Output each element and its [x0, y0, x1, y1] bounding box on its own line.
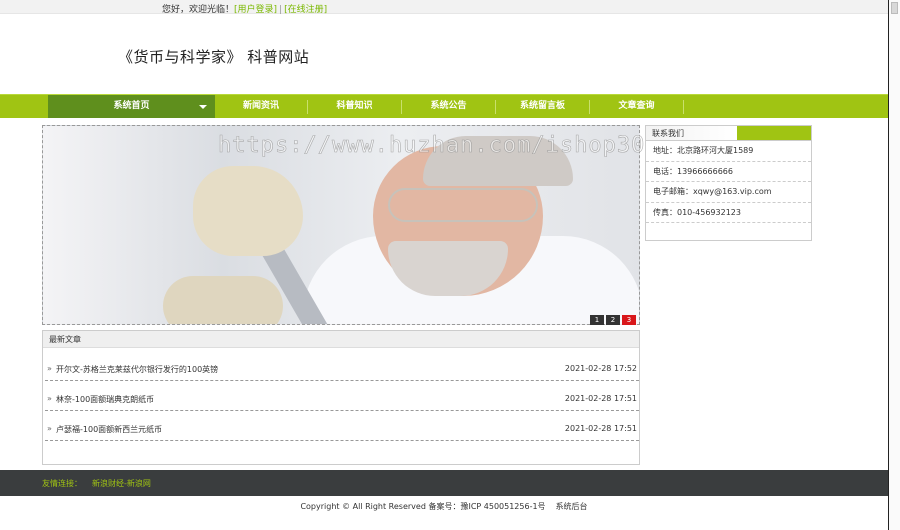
slide-dot-3[interactable]: 3: [622, 315, 636, 325]
login-link[interactable]: [用户登录]: [234, 5, 277, 15]
nav-item-home[interactable]: 系统首页: [48, 95, 215, 118]
site-title: 《货币与科学家》 科普网站: [118, 48, 310, 66]
article-date: 2021-02-28 17:51: [564, 394, 637, 403]
nav-item-label: 系统首页: [113, 101, 150, 111]
contact-phone: 电话：13966666666: [646, 162, 811, 182]
list-item[interactable]: » 开尔文-苏格兰克莱兹代尔银行发行的100英镑 2021-02-28 17:5…: [45, 351, 639, 381]
slide-dot-2[interactable]: 2: [606, 315, 620, 325]
bullet-icon: »: [47, 424, 52, 433]
bullet-icon: »: [47, 394, 52, 403]
copyright-text: Copyright © All Right Reserved 备案号：豫ICP …: [300, 502, 546, 511]
contact-heading: 联系我们: [652, 129, 684, 138]
contact-fax: 传真：010-456932123: [646, 203, 811, 223]
article-date: 2021-02-28 17:51: [564, 424, 637, 433]
copyright-bar: Copyright © All Right Reserved 备案号：豫ICP …: [0, 501, 888, 512]
friend-links: 友情连接： 新浪财经-新浪网: [42, 478, 151, 489]
contact-panel: 联系我们 地址：北京路环河大厦1589 电话：13966666666 电子邮箱：…: [645, 125, 812, 241]
contact-address: 地址：北京路环河大厦1589: [646, 141, 811, 162]
nav-item-notice[interactable]: 系统公告: [402, 95, 495, 118]
scrollbar[interactable]: [888, 0, 900, 530]
scrollbar-thumb[interactable]: [891, 2, 898, 14]
latest-articles-heading: 最新文章: [43, 331, 639, 348]
greeting-text: 您好，欢迎光临！: [162, 5, 235, 15]
nav-item-guestbook[interactable]: 系统留言板: [496, 95, 589, 118]
nav-item-search[interactable]: 文章查询: [590, 95, 683, 118]
article-date: 2021-02-28 17:52: [564, 364, 637, 373]
article-title[interactable]: 开尔文-苏格兰克莱兹代尔银行发行的100英镑: [56, 364, 218, 375]
top-strip: 您好，欢迎光临！[用户登录] | [在线注册]: [0, 0, 888, 15]
slide-dot-1[interactable]: 1: [590, 315, 604, 325]
contact-email: 电子邮箱：xqwy@163.vip.com: [646, 182, 811, 203]
admin-link[interactable]: 系统后台: [556, 502, 588, 511]
greeting-bar: 您好，欢迎光临！[用户登录] | [在线注册]: [162, 2, 327, 15]
list-item[interactable]: » 卢瑟福-100面额新西兰元纸币 2021-02-28 17:51: [45, 411, 639, 441]
list-item[interactable]: » 林奈-100面额瑞典克朗纸币 2021-02-28 17:51: [45, 381, 639, 411]
main-nav: 系统首页 新闻资讯 科普知识 系统公告 系统留言板 文章查询: [0, 94, 888, 118]
banner-glasses: [388, 188, 538, 222]
footer-links-bar: 友情连接： 新浪财经-新浪网: [0, 470, 888, 496]
article-title[interactable]: 卢瑟福-100面额新西兰元纸币: [56, 424, 162, 435]
banner-glove: [193, 166, 303, 256]
link-separator: |: [279, 5, 283, 15]
nav-item-science[interactable]: 科普知识: [308, 95, 401, 118]
chevron-down-icon: [199, 105, 207, 109]
friend-links-label: 友情连接：: [42, 479, 82, 488]
latest-articles-panel: 最新文章 » 开尔文-苏格兰克莱兹代尔银行发行的100英镑 2021-02-28…: [42, 330, 640, 465]
banner-glove: [163, 276, 283, 324]
article-title[interactable]: 林奈-100面额瑞典克朗纸币: [56, 394, 154, 405]
watermark-text: https://www.huzhan.com/ishop30884: [218, 133, 689, 159]
bullet-icon: »: [47, 364, 52, 373]
friend-link-sina[interactable]: 新浪财经-新浪网: [92, 479, 151, 488]
nav-item-news[interactable]: 新闻资讯: [215, 95, 307, 118]
register-link[interactable]: [在线注册]: [284, 5, 327, 15]
contact-heading-bar: 联系我们: [646, 126, 811, 141]
nav-divider: [683, 100, 684, 114]
